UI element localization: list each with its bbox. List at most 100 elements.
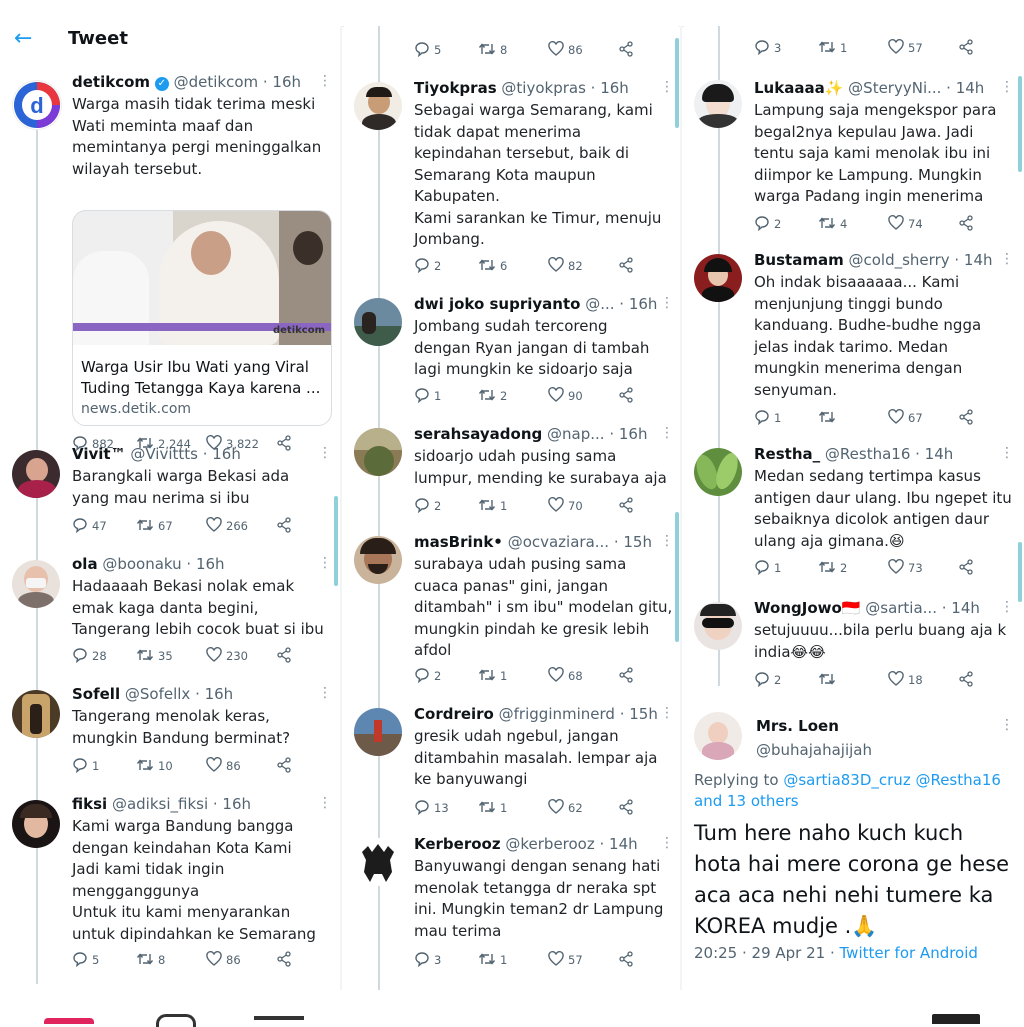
like-button[interactable]: 86	[206, 756, 241, 776]
retweet-button[interactable]: 1	[478, 666, 507, 686]
avatar[interactable]	[12, 800, 60, 848]
reply-button[interactable]: 5	[414, 40, 441, 60]
avatar[interactable]	[694, 602, 742, 650]
avatar[interactable]	[694, 448, 742, 496]
reply-button[interactable]: 3	[414, 950, 441, 970]
share-button[interactable]	[618, 950, 638, 970]
scrollbar[interactable]	[675, 38, 679, 128]
author-handle[interactable]: @buhajahajijah	[756, 740, 872, 760]
reply-button[interactable]: 1	[754, 408, 781, 428]
retweet-button[interactable]	[818, 670, 840, 690]
reply-button[interactable]: 2	[414, 256, 441, 276]
avatar[interactable]: d	[12, 80, 62, 130]
like-button[interactable]: 82	[548, 256, 583, 276]
share-button[interactable]	[276, 434, 296, 454]
like-button[interactable]: 70	[548, 496, 583, 516]
retweet-button[interactable]: 1	[478, 496, 507, 516]
like-button[interactable]: 68	[548, 666, 583, 686]
scrollbar[interactable]	[334, 496, 338, 586]
share-button[interactable]	[276, 516, 296, 536]
share-button[interactable]	[276, 950, 296, 970]
retweet-button[interactable]: 2	[478, 386, 507, 406]
reply-button[interactable]: 47	[72, 516, 107, 536]
notifications-icon[interactable]	[254, 1016, 304, 1020]
like-button[interactable]: 57	[888, 38, 923, 58]
retweet-button[interactable]: 1	[818, 38, 847, 58]
home-icon[interactable]	[44, 1018, 94, 1024]
reply-button[interactable]: 2	[414, 666, 441, 686]
like-button[interactable]: 73	[888, 558, 923, 578]
avatar[interactable]	[354, 708, 402, 756]
like-button[interactable]: 18	[888, 670, 923, 690]
mention-links[interactable]: @sartia83D_cruz @Restha16	[783, 771, 1001, 789]
others-link[interactable]: and 13 others	[694, 792, 799, 810]
retweet-button[interactable]: 4	[818, 214, 847, 234]
more-options-icon[interactable]: ⋮	[660, 836, 674, 850]
like-button[interactable]: 230	[206, 646, 248, 666]
more-options-icon[interactable]: ⋮	[1000, 252, 1014, 266]
share-button[interactable]	[276, 646, 296, 666]
like-button[interactable]: 86	[206, 950, 241, 970]
retweet-button[interactable]: 8	[478, 40, 507, 60]
share-button[interactable]	[618, 256, 638, 276]
reply-button[interactable]: 2	[414, 496, 441, 516]
reply-button[interactable]: 1	[754, 558, 781, 578]
author-name[interactable]: detikcom	[72, 73, 150, 91]
reply-button[interactable]: 1	[414, 386, 441, 406]
share-button[interactable]	[958, 408, 978, 428]
like-button[interactable]: 67	[888, 408, 923, 428]
more-options-icon[interactable]: ⋮	[1000, 600, 1014, 614]
avatar[interactable]	[354, 536, 402, 584]
like-button[interactable]: 62	[548, 798, 583, 818]
more-options-icon[interactable]: ⋮	[660, 296, 674, 310]
retweet-button[interactable]: 35	[136, 646, 173, 666]
link-card[interactable]: detikcom Warga Usir Ibu Wati yang Viral …	[72, 210, 332, 426]
retweet-button[interactable]: 6	[478, 256, 507, 276]
avatar[interactable]	[694, 712, 742, 760]
share-button[interactable]	[958, 214, 978, 234]
search-icon[interactable]	[156, 1014, 196, 1027]
like-button[interactable]: 86	[548, 40, 583, 60]
more-options-icon[interactable]: ⋮	[318, 686, 332, 700]
reply-button[interactable]: 2	[754, 670, 781, 690]
like-button[interactable]: 74	[888, 214, 923, 234]
like-button[interactable]: 57	[548, 950, 583, 970]
share-button[interactable]	[618, 496, 638, 516]
retweet-button[interactable]	[818, 408, 840, 428]
avatar[interactable]	[694, 80, 742, 128]
reply-button[interactable]: 3	[754, 38, 781, 58]
share-button[interactable]	[958, 558, 978, 578]
retweet-button[interactable]: 67	[136, 516, 173, 536]
author-name[interactable]: Mrs. Loen	[756, 716, 839, 736]
share-button[interactable]	[618, 386, 638, 406]
avatar[interactable]	[354, 838, 402, 886]
avatar[interactable]	[12, 690, 60, 738]
more-options-icon[interactable]: ⋮	[318, 446, 332, 460]
like-button[interactable]: 266	[206, 516, 248, 536]
share-button[interactable]	[958, 38, 978, 58]
more-options-icon[interactable]: ⋮	[660, 426, 674, 440]
back-arrow-icon[interactable]: ←	[14, 26, 32, 52]
retweet-button[interactable]: 8	[136, 950, 165, 970]
more-options-icon[interactable]: ⋮	[660, 534, 674, 548]
avatar[interactable]	[12, 450, 60, 498]
avatar[interactable]	[354, 428, 402, 476]
share-button[interactable]	[618, 666, 638, 686]
avatar[interactable]	[12, 560, 60, 608]
reply-button[interactable]: 28	[72, 646, 107, 666]
more-options-icon[interactable]: ⋮	[1000, 718, 1014, 732]
share-button[interactable]	[958, 670, 978, 690]
scrollbar[interactable]	[1018, 542, 1022, 602]
messages-icon[interactable]	[932, 1014, 980, 1024]
avatar[interactable]	[694, 254, 742, 302]
reply-button[interactable]: 2	[754, 214, 781, 234]
scrollbar[interactable]	[1018, 76, 1022, 172]
more-options-icon[interactable]: ⋮	[318, 796, 332, 810]
retweet-button[interactable]: 1	[478, 950, 507, 970]
share-button[interactable]	[618, 40, 638, 60]
more-options-icon[interactable]: ⋮	[1000, 446, 1014, 460]
retweet-button[interactable]: 1	[478, 798, 507, 818]
avatar[interactable]	[354, 82, 402, 130]
more-options-icon[interactable]: ⋮	[660, 80, 674, 94]
more-options-icon[interactable]: ⋮	[660, 706, 674, 720]
